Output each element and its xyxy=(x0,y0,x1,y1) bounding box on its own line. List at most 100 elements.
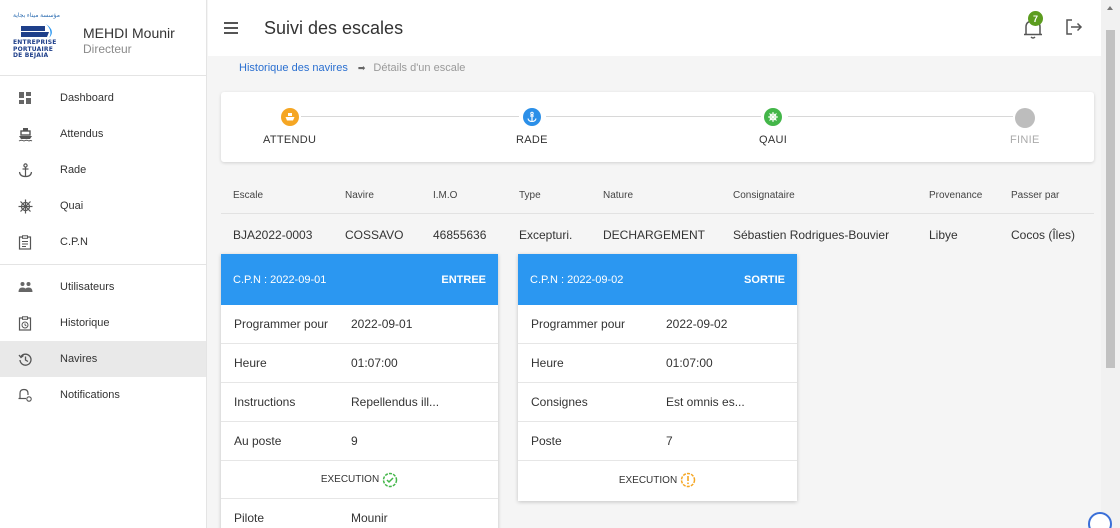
field-label: Heure xyxy=(531,356,564,370)
card-field-row: Consignes Est omnis es... xyxy=(518,383,797,422)
sidebar-item-label: Navires xyxy=(60,353,98,365)
column-header: Nature xyxy=(603,190,634,201)
menu-icon-line xyxy=(224,22,238,24)
sidebar-item-label: Quai xyxy=(60,200,84,212)
table-cell: DECHARGEMENT xyxy=(603,228,706,242)
field-label: Instructions xyxy=(234,395,296,409)
field-value: 2022-09-01 xyxy=(351,317,413,331)
sidebar-divider xyxy=(0,264,206,265)
sidebar-item-utilisateurs[interactable]: Utilisateurs xyxy=(0,269,206,305)
field-label: Consignes xyxy=(531,395,588,409)
card-field-row: Au poste 9 xyxy=(221,422,498,461)
sidebar-item-label: Dashboard xyxy=(60,92,114,104)
column-header: I.M.O xyxy=(433,190,458,201)
field-label: Au poste xyxy=(234,434,282,448)
column-header: Escale xyxy=(233,190,264,201)
sidebar: مؤسسة ميناء بجاية ENTREPRISE PORTUAIRE D… xyxy=(0,0,207,528)
field-label: Pilote xyxy=(234,511,265,525)
logout-icon[interactable] xyxy=(1065,18,1083,36)
table-cell: Cocos (Îles) xyxy=(1011,228,1076,242)
field-label: Programmer pour xyxy=(234,317,329,331)
dashboard-icon xyxy=(16,89,34,107)
execution-label: EXECUTION xyxy=(320,474,380,485)
table-cell: Sébastien Rodrigues-Bouvier xyxy=(733,228,890,242)
notifications-button[interactable]: 7 xyxy=(1021,11,1047,40)
scrollbar-thumb[interactable] xyxy=(1106,30,1115,368)
sidebar-item-dashboard[interactable]: Dashboard xyxy=(0,80,206,116)
boat-icon xyxy=(280,108,299,126)
check-circle-icon xyxy=(382,472,398,487)
vertical-scrollbar[interactable] xyxy=(1101,0,1120,528)
breadcrumb-link[interactable]: Historique des navires xyxy=(239,62,348,74)
step-label: RADE xyxy=(516,134,548,146)
app-root: مؤسسة ميناء بجاية ENTREPRISE PORTUAIRE D… xyxy=(0,0,1120,528)
logo-arabic-text: مؤسسة ميناء بجاية xyxy=(13,13,60,19)
execution-button[interactable]: EXECUTION xyxy=(518,461,797,499)
card-field-row: Instructions Repellendus ill... xyxy=(221,383,498,422)
card-title: C.P.N : 2022-09-01 xyxy=(233,273,327,286)
field-label: Poste xyxy=(531,434,562,448)
table-cell: 46855636 xyxy=(433,228,487,242)
field-label: Programmer pour xyxy=(531,317,626,331)
step-rade: RADE xyxy=(516,108,548,146)
escale-table: Escale Navire I.M.O Type Nature Consigna… xyxy=(221,176,1094,252)
sidebar-item-label: Attendus xyxy=(60,128,104,140)
card-header: C.P.N : 2022-09-01 ENTREE xyxy=(221,254,498,305)
ship-icon xyxy=(16,125,34,143)
table-cell: Excepturi. xyxy=(519,228,573,242)
card-field-row: Programmer pour 2022-09-01 xyxy=(221,305,498,344)
field-value: 7 xyxy=(666,434,673,448)
user-name: MEHDI Mounir xyxy=(83,25,175,41)
menu-icon-line xyxy=(224,27,238,29)
sidebar-item-attendus[interactable]: Attendus xyxy=(0,116,206,152)
table-row[interactable]: BJA2022-0003 COSSAVO 46855636 Excepturi.… xyxy=(221,214,1094,252)
bell-settings-icon xyxy=(16,386,34,404)
arrow-right-icon: ➡ xyxy=(357,62,366,73)
column-header: Navire xyxy=(345,190,374,201)
circle-icon xyxy=(1014,108,1035,128)
logo-text: ENTREPRISE PORTUAIRE DE BEJAIA xyxy=(13,39,57,59)
sidebar-item-label: Historique xyxy=(60,317,110,329)
table-header-row: Escale Navire I.M.O Type Nature Consigna… xyxy=(221,176,1094,214)
sidebar-item-quai[interactable]: Quai xyxy=(0,188,206,224)
breadcrumb-current: Détails d'un escale xyxy=(373,62,466,74)
step-label: QAUI xyxy=(759,134,788,146)
card-title: C.P.N : 2022-09-02 xyxy=(530,273,624,286)
execution-label: EXECUTION xyxy=(618,474,678,486)
step-attendu: ATTENDU xyxy=(263,108,316,146)
user-info: MEHDI Mounir Directeur xyxy=(83,25,175,56)
status-stepper: ATTENDU RADE QAUI FINIE xyxy=(221,92,1094,162)
anchor-icon xyxy=(16,161,34,179)
field-value: 01:07:00 xyxy=(351,356,398,370)
logo-ship-graphic xyxy=(21,24,52,38)
execution-button[interactable]: EXECUTION xyxy=(221,461,498,499)
menu-icon-line xyxy=(224,32,238,34)
scroll-up-arrow-icon[interactable] xyxy=(1107,6,1113,10)
ship-wheel-icon xyxy=(764,108,783,126)
sidebar-item-rade[interactable]: Rade xyxy=(0,152,206,188)
card-badge: SORTIE xyxy=(744,273,785,286)
sidebar-item-label: Notifications xyxy=(60,389,120,401)
table-cell: COSSAVO xyxy=(345,228,404,242)
sidebar-item-historique[interactable]: Historique xyxy=(0,305,206,341)
step-connector xyxy=(301,116,519,117)
users-icon xyxy=(16,278,34,296)
user-role: Directeur xyxy=(83,42,132,56)
cpn-entree-card: C.P.N : 2022-09-01 ENTREE Programmer pou… xyxy=(221,254,498,528)
step-label: ATTENDU xyxy=(263,134,317,146)
column-header: Provenance xyxy=(929,190,983,201)
step-finie: FINIE xyxy=(1010,108,1040,146)
field-label: Heure xyxy=(234,356,267,370)
field-value: Repellendus ill... xyxy=(351,395,440,409)
sidebar-item-cpn[interactable]: C.P.N xyxy=(0,224,206,260)
pending-clock-icon xyxy=(680,472,696,488)
top-actions: 7 xyxy=(1021,11,1083,40)
clipboard-icon xyxy=(16,233,34,251)
sidebar-item-notifications[interactable]: Notifications xyxy=(0,377,206,413)
sidebar-item-label: Utilisateurs xyxy=(60,281,115,293)
sidebar-item-navires[interactable]: Navires xyxy=(0,341,206,377)
restore-icon xyxy=(16,350,34,368)
menu-toggle-button[interactable] xyxy=(224,20,246,36)
card-field-row: Heure 01:07:00 xyxy=(221,344,498,383)
step-connector xyxy=(546,116,761,117)
